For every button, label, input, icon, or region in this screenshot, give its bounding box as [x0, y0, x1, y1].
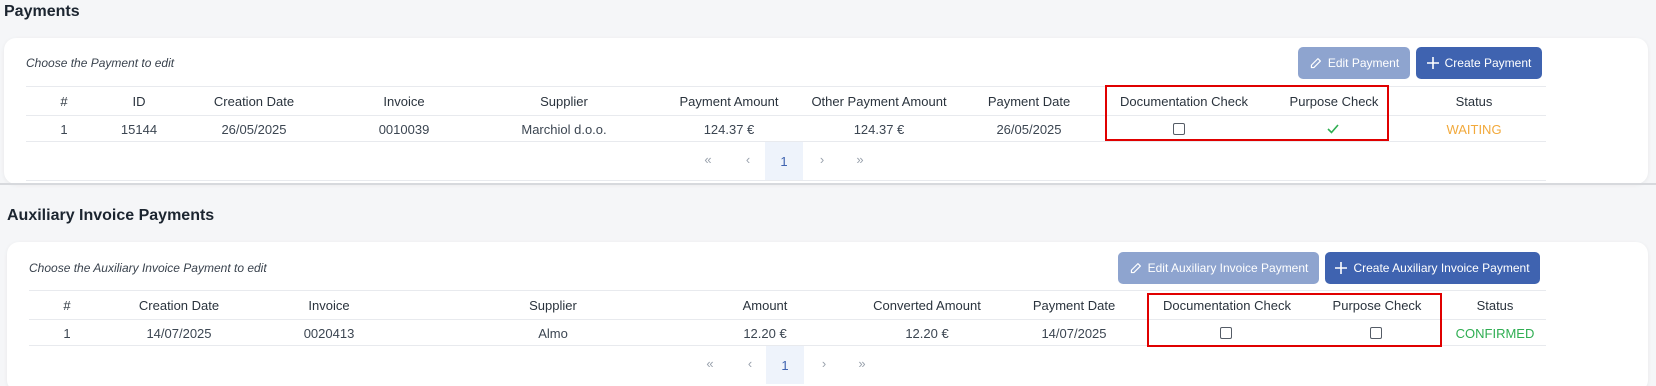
payments-choose-text: Choose the Payment to edit — [26, 56, 175, 70]
payment-row-creation-date: 26/05/2025 — [221, 122, 287, 137]
aux-col-header-number: # — [63, 298, 71, 313]
edit-payment-label: Edit Payment — [1327, 56, 1400, 70]
aux-col-header-payment-date: Payment Date — [1032, 298, 1116, 313]
plus-icon — [1426, 57, 1439, 69]
payment-row-payment-date: 26/05/2025 — [996, 122, 1062, 137]
payment-row-invoice: 0010039 — [378, 122, 430, 137]
aux-row-status: CONFIRMED — [1455, 326, 1535, 341]
edit-aux-payment-label: Edit Auxiliary Invoice Payment — [1147, 261, 1309, 275]
pager-prev-button[interactable]: ‹ — [738, 152, 758, 167]
aux-pager-first-button[interactable]: « — [700, 356, 720, 371]
aux-pager-next-button[interactable]: › — [814, 356, 834, 371]
payment-row-payment-amount: 124.37 € — [703, 122, 755, 137]
pager-first-button[interactable]: « — [698, 152, 718, 167]
pager-next-button[interactable]: › — [812, 152, 832, 167]
aux-row-supplier: Almo — [538, 326, 568, 341]
payments-highlight-box — [1105, 85, 1389, 141]
payment-row-supplier: Marchiol d.o.o. — [521, 122, 607, 137]
aux-row-invoice: 0020413 — [303, 326, 355, 341]
payments-section-title: Payments — [4, 3, 80, 20]
aux-row-converted-amount: 12.20 € — [905, 326, 949, 341]
col-header-payment-date: Payment Date — [987, 94, 1071, 109]
aux-col-header-converted-amount: Converted Amount — [873, 298, 981, 313]
col-header-payment-amount: Payment Amount — [679, 94, 779, 109]
edit-aux-payment-button[interactable]: Edit Auxiliary Invoice Payment — [1118, 252, 1319, 284]
aux-choose-text: Choose the Auxiliary Invoice Payment to … — [29, 261, 267, 275]
aux-row-payment-date: 14/07/2025 — [1041, 326, 1107, 341]
aux-header-border — [29, 290, 1546, 291]
col-header-id: ID — [132, 94, 146, 109]
plus-icon — [1335, 262, 1348, 274]
aux-col-header-creation-date: Creation Date — [138, 298, 220, 313]
aux-row-creation-date: 14/07/2025 — [146, 326, 212, 341]
aux-row-amount: 12.20 € — [743, 326, 787, 341]
aux-col-header-supplier: Supplier — [529, 298, 577, 313]
create-payment-label: Create Payment — [1444, 56, 1532, 70]
col-header-other-payment-amount: Other Payment Amount — [811, 94, 947, 109]
aux-pager-last-button[interactable]: » — [852, 356, 872, 371]
aux-col-header-invoice: Invoice — [308, 298, 350, 313]
section-divider — [0, 183, 1656, 185]
col-header-invoice: Invoice — [383, 94, 425, 109]
pencil-icon — [1130, 262, 1141, 273]
payment-row-status: WAITING — [1446, 122, 1502, 137]
pager-last-button[interactable]: » — [850, 152, 870, 167]
aux-pager-prev-button[interactable]: ‹ — [740, 356, 760, 371]
aux-col-header-status: Status — [1476, 298, 1514, 313]
aux-card: Choose the Auxiliary Invoice Payment to … — [7, 242, 1648, 386]
edit-payment-button[interactable]: Edit Payment — [1298, 47, 1410, 79]
payments-card: Choose the Payment to edit Edit Payment … — [4, 38, 1648, 184]
pencil-icon — [1310, 57, 1321, 68]
col-header-creation-date: Creation Date — [213, 94, 295, 109]
payments-pager-bottom-border — [26, 180, 1546, 181]
aux-highlight-box — [1147, 293, 1442, 347]
payment-row-other-payment-amount: 124.37 € — [853, 122, 905, 137]
col-header-supplier: Supplier — [540, 94, 588, 109]
payment-row-id: 15144 — [120, 122, 158, 137]
create-payment-button[interactable]: Create Payment — [1416, 47, 1542, 79]
col-header-number: # — [60, 94, 68, 109]
pager-current-page[interactable]: 1 — [765, 142, 803, 180]
payment-row-number: 1 — [60, 122, 68, 137]
aux-section-title: Auxiliary Invoice Payments — [7, 207, 215, 224]
create-aux-payment-button[interactable]: Create Auxiliary Invoice Payment — [1325, 252, 1540, 284]
aux-pager-current-page[interactable]: 1 — [766, 346, 804, 384]
aux-row-number: 1 — [63, 326, 71, 341]
aux-col-header-amount: Amount — [742, 298, 788, 313]
col-header-status: Status — [1455, 94, 1493, 109]
create-aux-payment-label: Create Auxiliary Invoice Payment — [1353, 261, 1530, 275]
